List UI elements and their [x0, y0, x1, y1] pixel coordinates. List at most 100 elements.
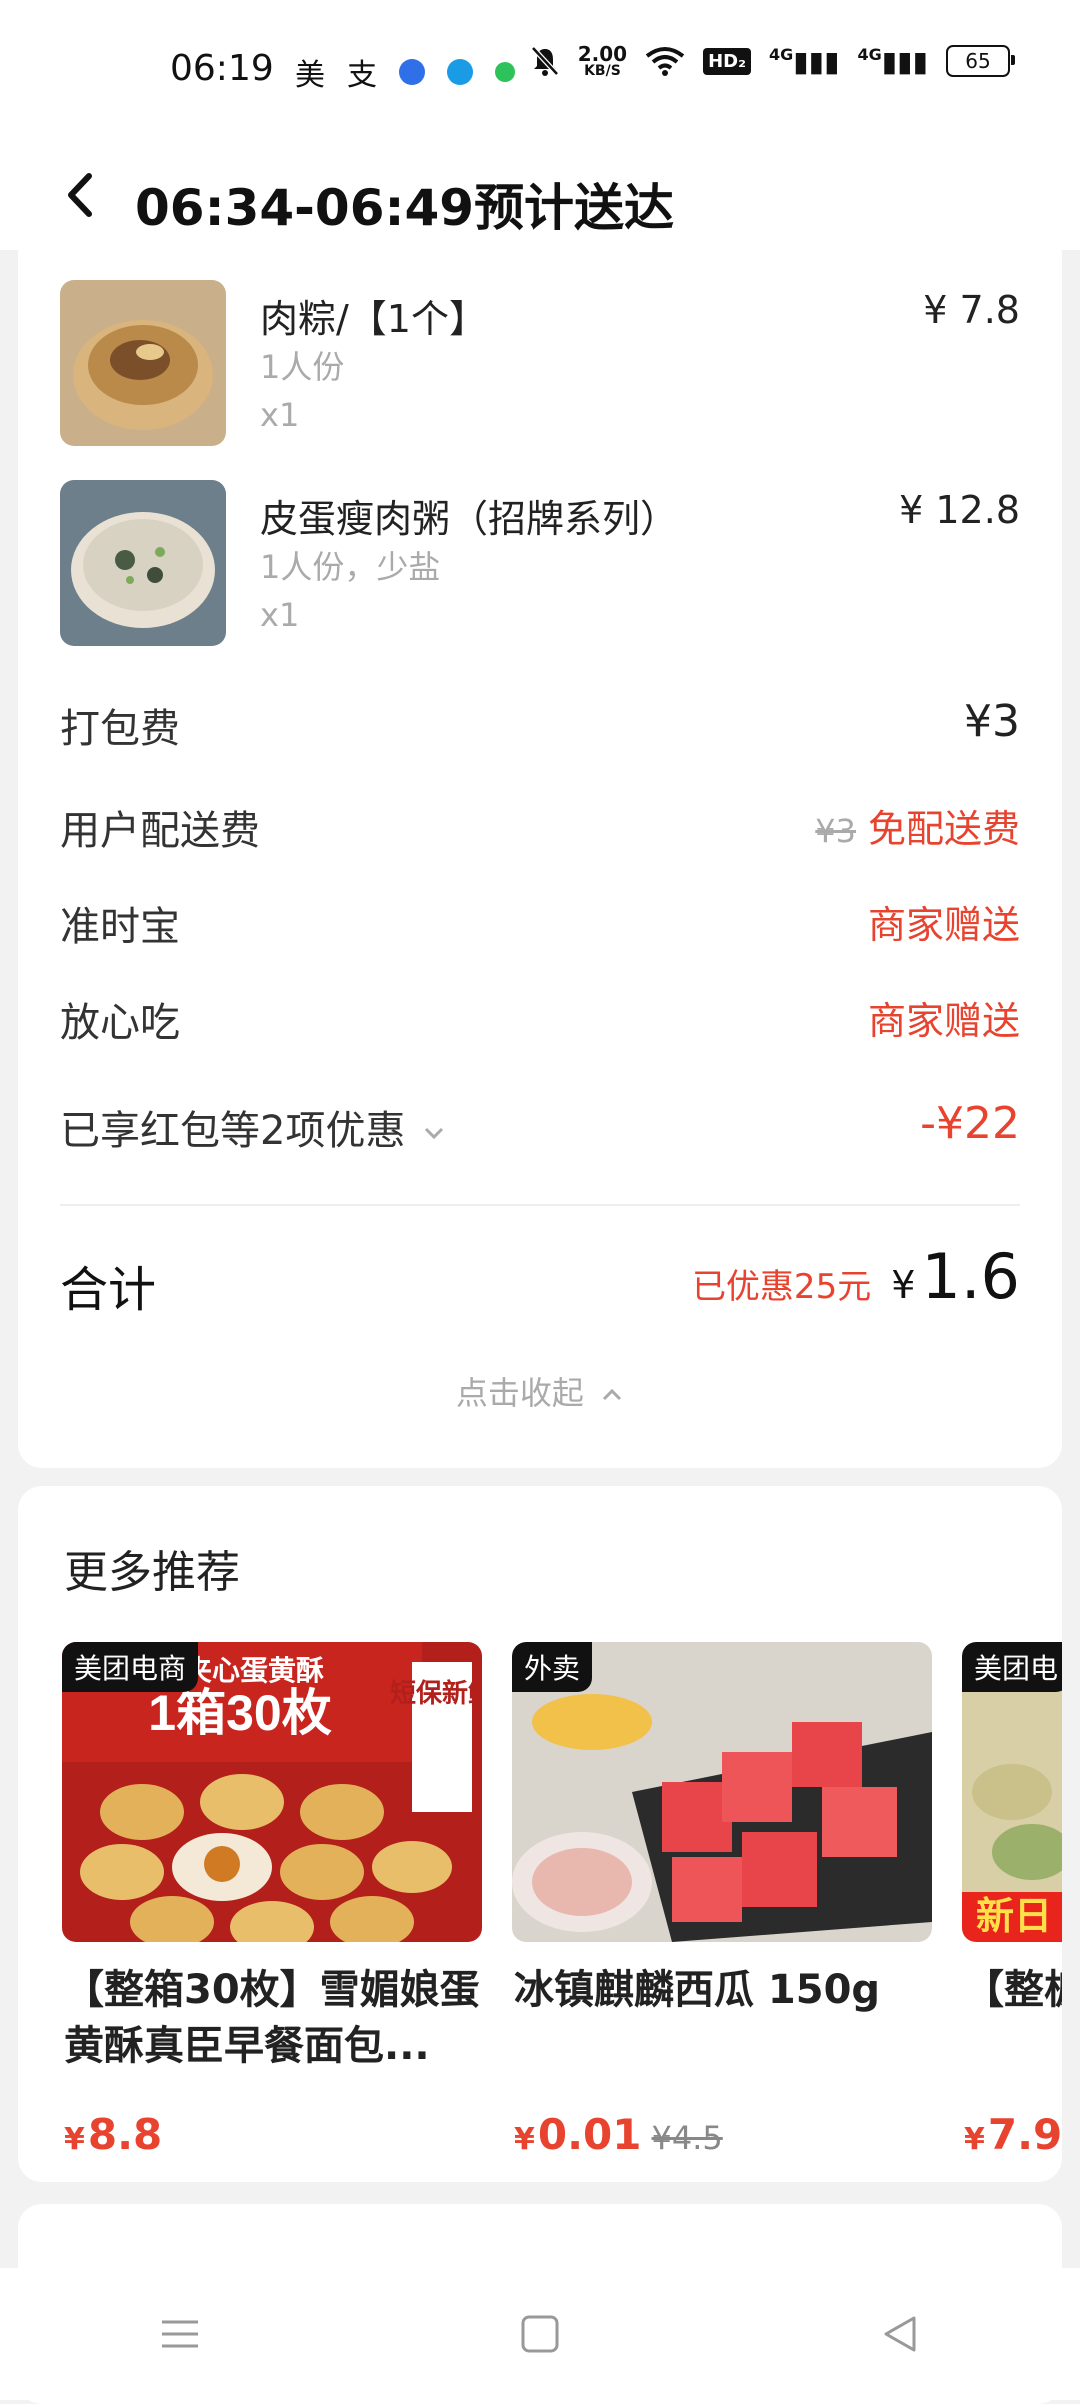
page-title: 06:34-06:49预计送达: [135, 179, 675, 237]
item-price: ¥ 12.8: [899, 488, 1020, 532]
product-source-tag: 外卖: [512, 1642, 593, 1692]
product-name: 冰镇麒麟西瓜 150g: [514, 1967, 881, 2013]
wifi-icon: [645, 47, 685, 76]
total-label: 合计: [60, 1262, 157, 1318]
square-home-icon: [521, 2315, 559, 2353]
item-price: ¥ 7.8: [923, 288, 1020, 332]
signal-4g-1: 4G▮▮▮: [769, 44, 840, 78]
item-spec: 1人份，少盐: [260, 548, 441, 586]
status-indicators: 2.00 KB/S HD₂ 4G▮▮▮ 4G▮▮▮ 65: [530, 44, 1015, 78]
meituan-app-icon: 美: [295, 58, 325, 93]
product-image-big-text: 1箱30枚: [148, 1685, 331, 1741]
product-source-tag: 美团电商: [62, 1642, 199, 1692]
delivery-fee-free: 免配送费: [867, 807, 1020, 851]
packing-fee-row: 打包费 ¥3: [60, 696, 1020, 756]
status-app-icons: 美 支: [295, 50, 515, 94]
menu-button[interactable]: [135, 2289, 225, 2379]
discount-label[interactable]: 已享红包等2项优惠: [60, 1098, 446, 1156]
status-bar: 06:19 美 支 2.00 KB/S HD₂ 4G▮▮▮ 4G▮▮▮ 65: [0, 0, 1080, 130]
signal-4g-2-label: 4G: [857, 44, 882, 64]
order-detail-card: 肉粽/【1个】 1人份 x1 ¥ 7.8 皮蛋瘦肉粥（招牌系列） 1人份，少盐 …: [18, 250, 1062, 1468]
mute-bell-icon: [530, 46, 559, 76]
delivery-fee-label: 用户配送费: [60, 808, 260, 854]
net-speed: 2.00 KB/S: [578, 44, 627, 78]
product-currency: ¥: [964, 2122, 985, 2157]
hd-badge: HD₂: [703, 47, 751, 75]
net-speed-unit: KB/S: [584, 63, 621, 79]
home-button[interactable]: [495, 2289, 585, 2379]
back-button[interactable]: [55, 170, 105, 220]
product-price: ¥7.9: [964, 2110, 1062, 2159]
signal-4g-2: 4G▮▮▮: [857, 44, 929, 78]
product-price: ¥8.8: [64, 2110, 162, 2159]
menu-icon: [162, 2320, 198, 2348]
recommendation-card: 更多推荐 1箱30枚 雪媚娘夹心蛋黄酥 短保新鲜 美团电商 【整箱30枚】雪媚娘…: [18, 1486, 1062, 2182]
discount-row[interactable]: 已享红包等2项优惠 -¥22: [60, 1098, 1020, 1158]
product-card[interactable]: 1箱30枚 雪媚娘夹心蛋黄酥 短保新鲜 美团电商 【整箱30枚】雪媚娘蛋黄酥真臣…: [62, 1642, 482, 2172]
chevron-up-icon: [603, 1388, 622, 1401]
product-image: 1箱30枚 雪媚娘夹心蛋黄酥 短保新鲜 美团电商: [62, 1642, 482, 1942]
product-name: 【整箱30枚】雪媚娘蛋黄酥真臣早餐面包...: [64, 1967, 480, 2069]
item-name: 皮蛋瘦肉粥（招牌系列）: [260, 497, 679, 541]
packing-fee-label: 打包费: [60, 706, 180, 752]
order-item[interactable]: 肉粽/【1个】 1人份 x1 ¥ 7.8: [60, 280, 1020, 450]
total-amount: ¥1.6: [891, 1240, 1020, 1313]
delivery-fee-original: ¥3: [815, 812, 856, 850]
baidu-app-icon: [399, 59, 425, 85]
product-price-value: 7.9: [987, 2110, 1062, 2159]
item-spec: 1人份: [260, 348, 345, 386]
item-quantity: x1: [260, 596, 300, 634]
discount-value: -¥22: [920, 1098, 1020, 1149]
back-arrow-icon: [68, 173, 92, 217]
product-price-value: 0.01: [537, 2110, 642, 2159]
zongzi-thumbnail: [60, 280, 226, 446]
product-name: 【整板栗饼: [964, 1967, 1062, 2013]
chevron-down-icon: [425, 1127, 444, 1140]
product-image-side-text: 短保新鲜: [390, 1678, 482, 1708]
product-image: 外卖: [512, 1642, 932, 1942]
collapse-button[interactable]: 点击收起: [18, 1368, 1062, 1414]
product-price: ¥0.01 ¥4.5: [514, 2110, 723, 2159]
product-card[interactable]: 外卖 冰镇麒麟西瓜 150g ¥0.01 ¥4.5: [512, 1642, 932, 2172]
battery-level: 65: [965, 49, 991, 73]
ontime-guarantee-row: 准时宝 商家赠送: [60, 894, 1020, 954]
product-price-value: 8.8: [87, 2110, 163, 2159]
net-speed-value: 2.00: [577, 42, 628, 66]
ontime-guarantee-label: 准时宝: [60, 904, 180, 950]
back-nav-button[interactable]: [855, 2289, 945, 2379]
alipay-app-icon: 支: [347, 58, 377, 93]
product-image: 新日 美团电: [962, 1642, 1062, 1942]
page-header: 06:34-06:49预计送达: [0, 130, 1080, 250]
lightning-app-icon: [447, 59, 473, 85]
total-summary: 已优惠25元 ¥1.6: [692, 1240, 1020, 1313]
recommendation-title: 更多推荐: [64, 1547, 240, 1598]
product-currency: ¥: [514, 2122, 535, 2157]
wechat-app-icon: [495, 62, 515, 82]
product-card[interactable]: 新日 美团电 【整板栗饼 ¥7.9: [962, 1642, 1062, 2172]
total-value: 1.6: [921, 1240, 1020, 1313]
product-original-price: ¥4.5: [651, 2119, 723, 2157]
item-quantity: x1: [260, 396, 300, 434]
divider: [60, 1204, 1020, 1206]
triangle-back-icon: [884, 2316, 916, 2352]
product-image-badge: 新日: [976, 1896, 1052, 1938]
order-item[interactable]: 皮蛋瘦肉粥（招牌系列） 1人份，少盐 x1 ¥ 12.8: [60, 480, 1020, 650]
collapse-label: 点击收起: [455, 1374, 584, 1412]
product-currency: ¥: [64, 2122, 85, 2157]
delivery-fee-row: 用户配送费 ¥3 免配送费: [60, 798, 1020, 858]
packing-fee-value: ¥3: [964, 696, 1020, 747]
delivery-fee-value: ¥3 免配送费: [815, 798, 1020, 853]
congee-thumbnail: [60, 480, 226, 646]
status-time: 06:19: [170, 48, 274, 89]
battery-icon: 65: [946, 45, 1015, 77]
system-nav-bar: [0, 2268, 1080, 2400]
product-source-tag: 美团电: [962, 1642, 1062, 1692]
saved-amount: 已优惠25元: [691, 1267, 872, 1307]
item-name: 肉粽/【1个】: [260, 297, 487, 341]
safe-eat-row: 放心吃 商家赠送: [60, 990, 1020, 1050]
safe-eat-value: 商家赠送: [867, 999, 1020, 1043]
discount-label-text: 已享红包等2项优惠: [60, 1108, 406, 1154]
total-currency: ¥: [891, 1263, 916, 1307]
signal-4g-1-label: 4G: [769, 44, 794, 64]
ontime-guarantee-value: 商家赠送: [867, 903, 1020, 947]
